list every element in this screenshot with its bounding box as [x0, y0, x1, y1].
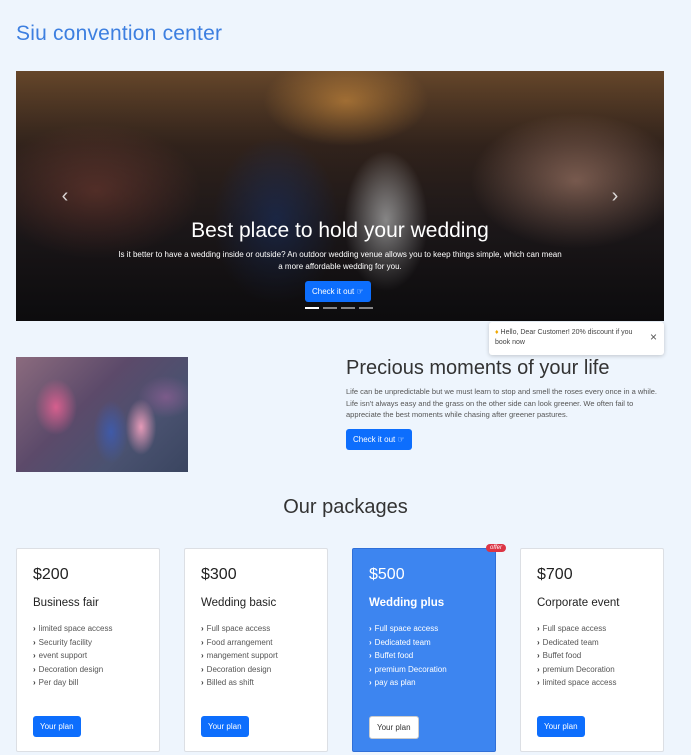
package-price: $700 — [537, 566, 573, 583]
carousel-caption-text: Is it better to have a wedding inside or… — [118, 250, 562, 271]
your-plan-button[interactable]: Your plan — [369, 716, 419, 739]
your-plan-button[interactable]: Your plan — [33, 716, 81, 737]
feature-item: › event support — [33, 651, 88, 660]
feature-item: › Full space access — [537, 624, 607, 633]
carousel-prev-icon[interactable]: ‹ — [50, 185, 80, 208]
carousel-indicators — [305, 307, 373, 309]
carousel-indicator-2[interactable] — [323, 307, 337, 309]
carousel-next-icon[interactable]: › — [600, 185, 630, 208]
feature-item: › mangement support — [201, 651, 278, 660]
package-features: › Full space access › Dedicated team › Buff… — [369, 622, 447, 690]
chevron-right-icon: › — [537, 651, 540, 660]
chevron-right-icon: › — [201, 637, 204, 647]
feature-item: › pay as plan — [369, 678, 416, 687]
feature-item: › Full space access — [201, 624, 271, 633]
moments-photo — [16, 357, 188, 472]
chevron-right-icon: › — [201, 624, 204, 633]
feature-item: › premium Decoration — [369, 664, 447, 674]
chevron-right-icon: › — [201, 678, 204, 687]
feature-item: › limited space access — [537, 678, 617, 687]
package-name: Corporate event — [537, 597, 620, 609]
chevron-right-icon: › — [33, 678, 36, 687]
carousel-indicator-3[interactable] — [341, 307, 355, 309]
feature-item: › Food arrangement — [201, 637, 273, 647]
chevron-right-icon: › — [369, 624, 372, 633]
thumbs-up-icon: ☞ — [397, 435, 405, 444]
feature-item: › Buffet food — [537, 651, 582, 660]
brand-title[interactable]: Siu convention center — [16, 22, 222, 46]
chevron-right-icon: › — [369, 678, 372, 687]
chevron-right-icon: › — [33, 624, 36, 633]
moments-button-label: Check it out — [353, 435, 396, 444]
carousel-check-it-out-button[interactable]: Check it out ☞ — [305, 281, 371, 302]
chevron-right-icon: › — [537, 637, 540, 647]
chevron-right-icon: › — [201, 651, 204, 660]
thumbs-up-icon: ☞ — [356, 287, 364, 296]
package-price: $500 — [369, 566, 405, 583]
package-card-wedding-basic: $300 Wedding basic › Full space access › F… — [184, 548, 328, 752]
chevron-right-icon: › — [369, 637, 372, 647]
feature-item: › Buffet food — [369, 651, 414, 660]
chevron-right-icon: › — [201, 664, 204, 674]
feature-item: › Full space access — [369, 624, 439, 633]
chevron-right-icon: › — [369, 664, 372, 674]
package-features: › limited space access › Security facility… — [33, 622, 112, 690]
feature-item: › premium Decoration — [537, 664, 615, 674]
discount-toast: ♦ Hello, Dear Customer! 20% discount if … — [489, 322, 664, 355]
carousel-caption-title: Best place to hold your wedding — [191, 219, 489, 242]
moments-check-it-out-button[interactable]: Check it out ☞ — [346, 429, 412, 450]
package-card-corporate-event: $700 Corporate event › Full space access … — [520, 548, 664, 752]
carousel-button-label: Check it out — [312, 287, 355, 296]
feature-item: › Dedicated team — [537, 637, 599, 647]
feature-item: › Dedicated team — [369, 637, 431, 647]
package-price: $300 — [201, 566, 237, 583]
carousel-indicator-4[interactable] — [359, 307, 373, 309]
package-card-business-fair: $200 Business fair › limited space access… — [16, 548, 160, 752]
package-price: $200 — [33, 566, 69, 583]
package-features: › Full space access › Food arrangement › ma… — [201, 622, 278, 690]
feature-item: › Decoration design — [33, 664, 104, 674]
package-name: Wedding basic — [201, 597, 277, 609]
feature-item: › Decoration design — [201, 664, 272, 674]
chevron-right-icon: › — [33, 664, 36, 674]
chevron-right-icon: › — [33, 651, 36, 660]
feature-item: › limited space access — [33, 624, 113, 633]
toast-message: Hello, Dear Customer! 20% discount if yo… — [495, 329, 633, 346]
moments-text: Life can be unpredictable but we must le… — [346, 387, 658, 419]
feature-item: › Billed as shift — [201, 678, 254, 687]
package-name: Business fair — [33, 597, 99, 609]
chevron-right-icon: › — [537, 624, 540, 633]
hero-carousel: ‹ › Best place to hold your wedding Is i… — [16, 71, 664, 321]
chevron-right-icon: › — [537, 664, 540, 674]
chevron-right-icon: › — [33, 637, 36, 647]
offer-badge: offer — [486, 544, 507, 552]
chevron-right-icon: › — [537, 678, 540, 687]
chevron-right-icon: › — [369, 651, 372, 660]
package-features: › Full space access › Dedicated team › Buff… — [537, 622, 616, 690]
package-card-wedding-plus: offer $500 Wedding plus › Full space acce… — [352, 544, 507, 752]
carousel-indicator-1[interactable] — [305, 307, 319, 309]
moments-title: Precious moments of your life — [346, 357, 610, 379]
toast-close-icon[interactable]: × — [650, 331, 657, 343]
package-name: Wedding plus — [369, 597, 445, 609]
feature-item: › Per day bill — [33, 678, 79, 687]
feature-item: › Security facility — [33, 637, 93, 647]
your-plan-button[interactable]: Your plan — [537, 716, 585, 737]
your-plan-button[interactable]: Your plan — [201, 716, 249, 737]
bell-icon: ♦ — [495, 329, 499, 336]
packages-heading: Our packages — [283, 496, 408, 518]
